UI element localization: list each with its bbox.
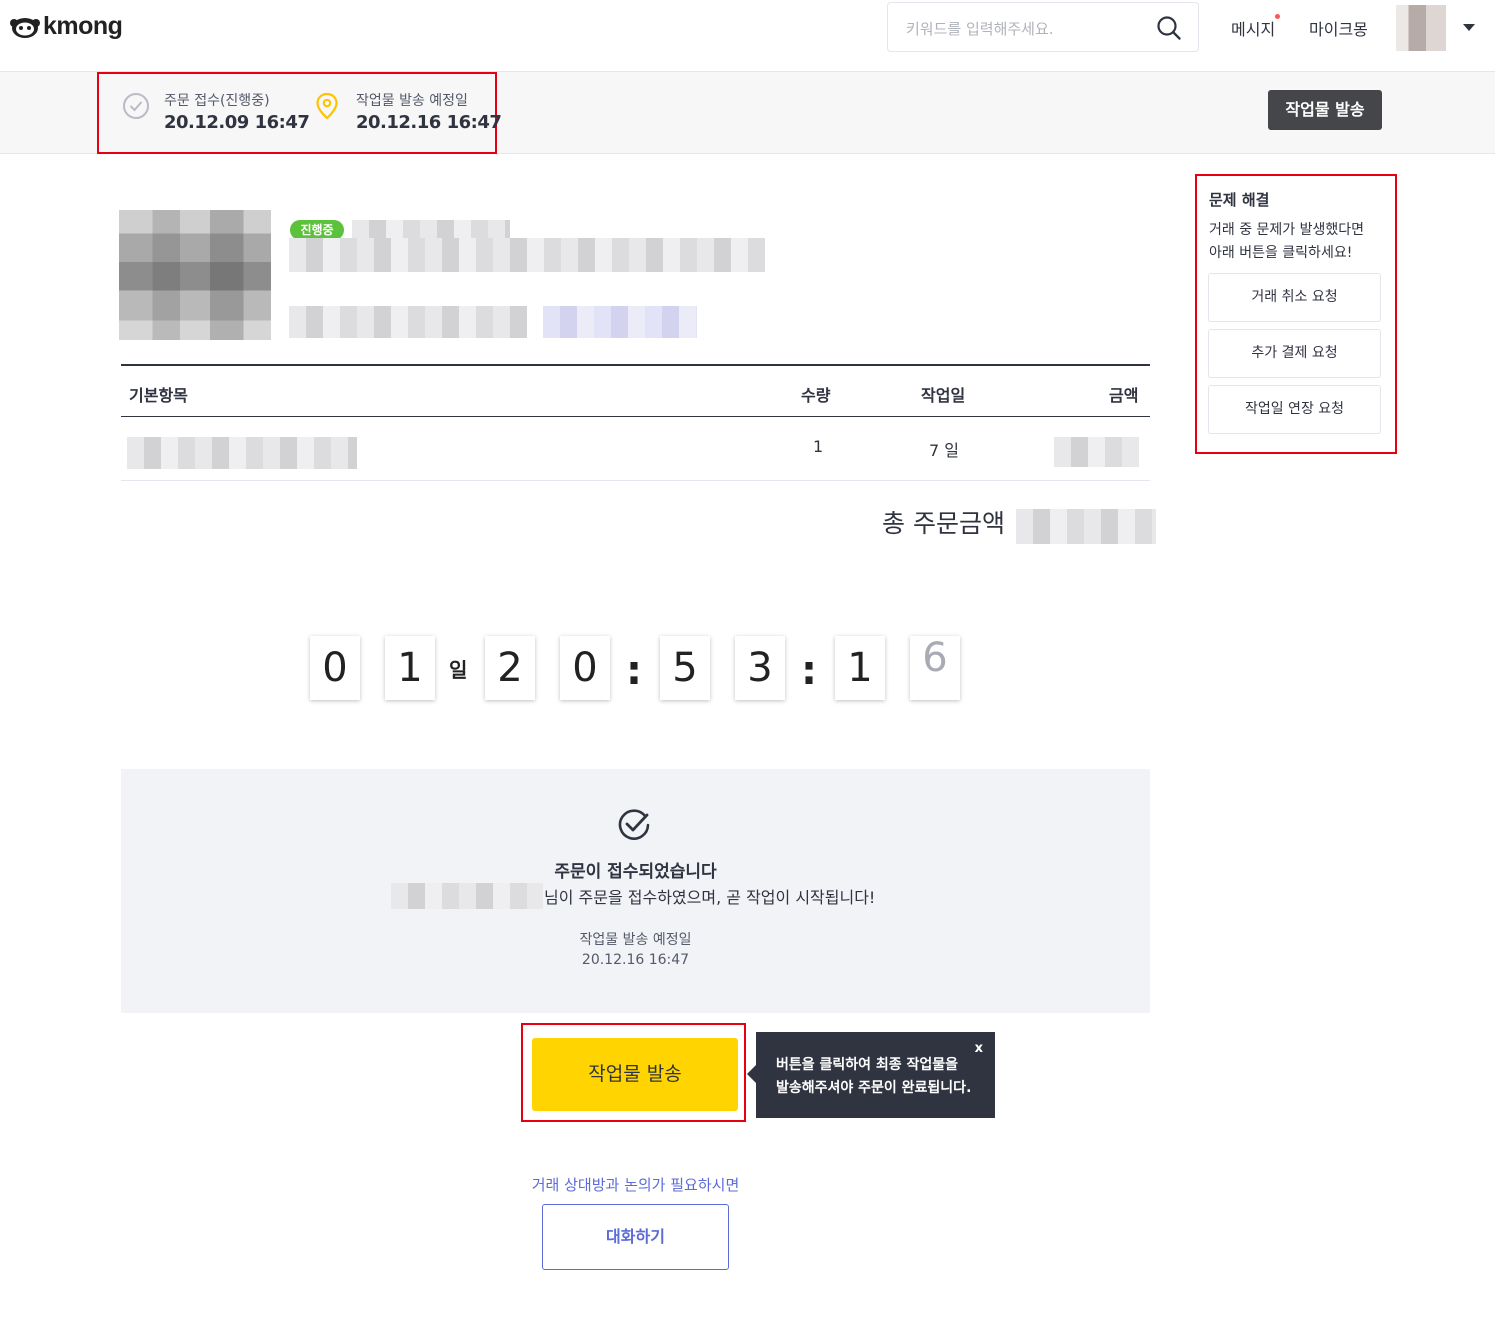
countdown-day-unit: 일 bbox=[449, 658, 468, 682]
col-item: 기본항목 bbox=[129, 386, 188, 405]
brand-logo[interactable]: kmong bbox=[10, 12, 123, 41]
tooltip-line-2: 발송해주셔야 주문이 완료됩니다. bbox=[776, 1080, 972, 1096]
top-header: kmong 키워드를 입력해주세요. 메시지 마이크몽 bbox=[0, 0, 1495, 72]
delivery-due-label: 작업물 발송 예정일 bbox=[356, 93, 468, 109]
countdown-digit: 0 bbox=[310, 636, 360, 700]
total-amount-redacted bbox=[1016, 509, 1156, 544]
total-label: 총 주문금액 bbox=[882, 509, 1005, 538]
chat-hint: 거래 상대방과 논의가 필요하시면 bbox=[531, 1176, 740, 1194]
panel-description: 님이 주문을 접수하였으며, 곧 작업이 시작됩니다! bbox=[544, 888, 876, 907]
product-title-redacted-2 bbox=[289, 238, 765, 272]
seller-name-redacted bbox=[391, 883, 543, 909]
countdown-digit: 0 bbox=[560, 636, 610, 700]
order-items-table: 기본항목 수량 작업일 금액 1 7 일 bbox=[121, 364, 1150, 481]
chat-button[interactable]: 대화하기 bbox=[542, 1204, 729, 1270]
col-price: 금액 bbox=[1109, 386, 1139, 405]
sidebar-desc-2: 아래 버튼을 클릭하세요! bbox=[1209, 245, 1353, 261]
seller-link-redacted[interactable] bbox=[543, 306, 697, 338]
nav-message-link[interactable]: 메시지 bbox=[1231, 16, 1275, 40]
problem-resolution-sidebar: 문제 해결 거래 중 문제가 발생했다면 아래 버튼을 클릭하세요! 거래 취소… bbox=[1195, 174, 1397, 454]
countdown-separator: : bbox=[801, 648, 817, 694]
deliver-button[interactable]: 작업물 발송 bbox=[532, 1038, 738, 1111]
search-input[interactable]: 키워드를 입력해주세요. bbox=[887, 2, 1199, 52]
avatar[interactable] bbox=[1396, 5, 1446, 51]
location-pin-icon bbox=[316, 92, 338, 120]
check-circle-icon bbox=[618, 809, 650, 840]
search-placeholder: 키워드를 입력해주세요. bbox=[906, 20, 1054, 38]
notification-dot bbox=[1275, 14, 1280, 19]
order-received-panel: 주문이 접수되었습니다 님이 주문을 접수하였으며, 곧 작업이 시작됩니다! … bbox=[121, 769, 1150, 1013]
close-icon[interactable]: x bbox=[975, 1041, 983, 1056]
deliver-tooltip: 버튼을 클릭하여 최종 작업물을 발송해주셔야 주문이 완료됩니다. x bbox=[747, 1032, 995, 1118]
tooltip-line-1: 버튼을 클릭하여 최종 작업물을 bbox=[776, 1057, 959, 1073]
order-status-bar: 주문 접수(진행중) 20.12.09 16:47 작업물 발송 예정일 20.… bbox=[0, 72, 1495, 154]
product-thumbnail[interactable] bbox=[119, 210, 271, 340]
price-redacted bbox=[1054, 437, 1139, 467]
table-header: 기본항목 수량 작업일 금액 bbox=[121, 364, 1150, 417]
panel-title: 주문이 접수되었습니다 bbox=[554, 862, 717, 882]
item-name-redacted bbox=[127, 437, 357, 469]
col-qty: 수량 bbox=[801, 386, 831, 405]
qty-value: 1 bbox=[813, 437, 824, 456]
delivery-due-date: 20.12.16 16:47 bbox=[356, 112, 502, 133]
brand-name: kmong bbox=[43, 12, 123, 40]
panel-due-label: 작업물 발송 예정일 bbox=[579, 932, 692, 948]
col-days: 작업일 bbox=[921, 386, 966, 405]
order-received-label: 주문 접수(진행중) bbox=[164, 93, 270, 109]
countdown-digit: 5 bbox=[660, 636, 710, 700]
product-title-redacted bbox=[352, 220, 510, 238]
table-row: 1 7 일 bbox=[121, 417, 1150, 481]
status-badge: 진행중 bbox=[290, 220, 344, 240]
countdown-digit: 1 bbox=[835, 636, 885, 700]
sidebar-title: 문제 해결 bbox=[1209, 191, 1270, 209]
countdown-digit: 3 bbox=[735, 636, 785, 700]
countdown-digit: 6 bbox=[910, 636, 960, 700]
sidebar-desc-1: 거래 중 문제가 발생했다면 bbox=[1209, 222, 1365, 238]
cancel-request-button[interactable]: 거래 취소 요청 bbox=[1208, 273, 1381, 322]
nav-mykmong-link[interactable]: 마이크몽 bbox=[1309, 16, 1368, 40]
deliver-button-top[interactable]: 작업물 발송 bbox=[1268, 90, 1382, 130]
countdown-separator: : bbox=[626, 648, 642, 694]
chevron-down-icon[interactable] bbox=[1463, 24, 1475, 31]
check-circle-icon bbox=[123, 93, 149, 119]
panel-due-date: 20.12.16 16:47 bbox=[581, 952, 690, 968]
logo-icon bbox=[10, 17, 40, 38]
search-icon[interactable] bbox=[1156, 15, 1182, 41]
countdown-digit: 1 bbox=[385, 636, 435, 700]
seller-name-redacted bbox=[289, 306, 527, 338]
extra-payment-button[interactable]: 추가 결제 요청 bbox=[1208, 329, 1381, 378]
order-received-date: 20.12.09 16:47 bbox=[164, 112, 310, 133]
extend-deadline-button[interactable]: 작업일 연장 요청 bbox=[1208, 385, 1381, 434]
countdown-digit: 2 bbox=[485, 636, 535, 700]
days-value: 7 일 bbox=[929, 441, 959, 460]
